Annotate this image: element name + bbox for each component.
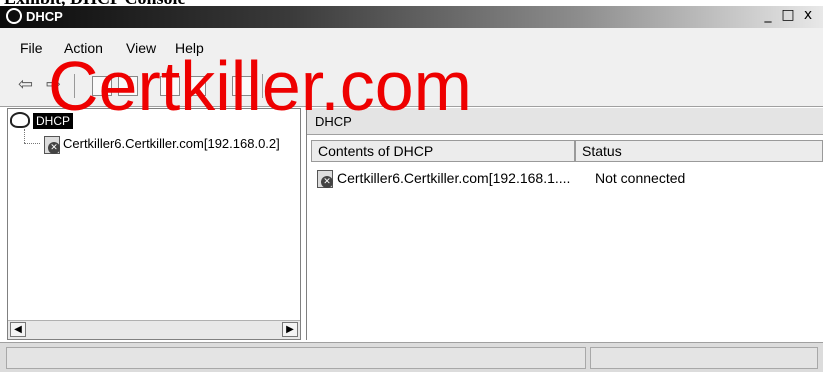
dhcp-app-icon [6, 8, 22, 24]
column-header-contents[interactable]: Contents of DHCP [311, 140, 575, 162]
scroll-right-button[interactable]: ▶ [282, 322, 298, 337]
menu-file[interactable]: File [20, 40, 43, 56]
server-disconnected-icon: ✕ [317, 170, 333, 188]
horizontal-scrollbar[interactable]: ◀ ▶ [8, 320, 300, 339]
console-tree-pane[interactable]: DHCP ✕ Certkiller6.Certkiller.com[192.16… [7, 108, 301, 340]
status-bar [0, 342, 823, 372]
column-header-status[interactable]: Status [575, 140, 823, 162]
tree-connector [24, 129, 26, 143]
server-row-status: Not connected [595, 170, 686, 186]
dhcp-root-icon [10, 112, 30, 128]
window-controls: _ □ x [759, 7, 817, 24]
maximize-button[interactable]: □ [779, 7, 797, 24]
watermark-text: Certkiller.com [48, 47, 472, 125]
status-panel-secondary [590, 347, 818, 369]
server-row-name[interactable]: Certkiller6.Certkiller.com[192.168.1.... [337, 170, 570, 186]
tree-connector [24, 143, 40, 145]
scroll-left-button[interactable]: ◀ [10, 322, 26, 337]
window-titlebar[interactable]: DHCP _ □ x [0, 6, 823, 28]
back-arrow-icon[interactable]: ⇦ [18, 74, 33, 95]
tree-item-server[interactable]: Certkiller6.Certkiller.com[192.168.0.2] [63, 136, 280, 151]
details-pane: DHCP Contents of DHCP Status ✕ Certkille… [306, 108, 823, 340]
server-disconnected-icon: ✕ [44, 136, 60, 154]
status-panel-main [6, 347, 586, 369]
window-title: DHCP [26, 9, 63, 24]
minimize-button[interactable]: _ [759, 7, 777, 24]
close-button[interactable]: x [799, 7, 817, 24]
